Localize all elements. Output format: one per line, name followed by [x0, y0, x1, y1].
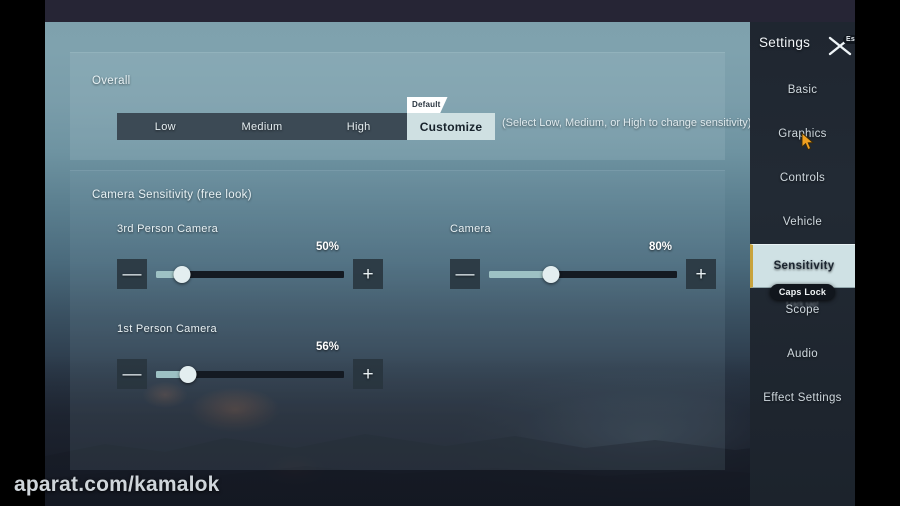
mode-button-high[interactable]: High: [310, 113, 407, 140]
slider-value-1st-person: 56%: [315, 341, 339, 353]
mode-button-customize[interactable]: Customize: [407, 113, 495, 140]
increase-button-3rd-person[interactable]: +: [353, 259, 383, 289]
slider-row-camera: — +: [450, 259, 716, 289]
slider-track-3rd-person[interactable]: [156, 259, 344, 289]
camera-sensitivity-panel: Camera Sensitivity (free look) 3rd Perso…: [70, 170, 725, 470]
slider-label-3rd-person: 3rd Person Camera: [117, 223, 219, 235]
overall-title: Overall: [92, 75, 131, 87]
sidebar-item-scope[interactable]: Scope: [750, 288, 855, 332]
sidebar-item-sensitivity[interactable]: Sensitivity: [750, 244, 855, 288]
slider-row-1st-person: — +: [117, 359, 383, 389]
sidebar-item-label: Controls: [779, 172, 826, 184]
overall-mode-group: Low Medium High: [117, 113, 407, 140]
slider-group-3rd-person: 3rd Person Camera 50% — +: [117, 223, 383, 289]
decrease-button-camera[interactable]: —: [450, 259, 480, 289]
letterbox-bar-left: [0, 0, 45, 506]
slider-label-1st-person: 1st Person Camera: [117, 323, 217, 335]
sidebar-item-label: Sensitivity: [773, 260, 835, 272]
slider-thumb-1st-person[interactable]: [179, 365, 197, 383]
decrease-button-3rd-person[interactable]: —: [117, 259, 147, 289]
decrease-button-1st-person[interactable]: —: [117, 359, 147, 389]
slider-thumb-camera[interactable]: [542, 265, 560, 283]
slider-group-camera: Camera 80% — +: [450, 223, 716, 289]
minus-icon: —: [455, 263, 475, 285]
mode-button-low[interactable]: Low: [117, 113, 214, 140]
sidebar-header: Settings Esc: [750, 22, 863, 68]
camera-sensitivity-title: Camera Sensitivity (free look): [92, 189, 252, 201]
minus-icon: —: [122, 263, 142, 285]
slider-group-1st-person: 1st Person Camera 56% — +: [117, 323, 383, 389]
sidebar-item-graphics[interactable]: Graphics: [750, 112, 855, 156]
sidebar-item-label: Graphics: [778, 128, 827, 140]
default-tag-badge: Default: [407, 97, 448, 113]
settings-content: Overall Low Medium High Default Customiz…: [45, 22, 855, 506]
slider-value-camera: 80%: [648, 241, 672, 253]
sidebar-item-label: Vehicle: [782, 216, 823, 228]
sidebar-item-effect-settings[interactable]: Effect Settings: [750, 376, 855, 420]
overall-panel: Overall Low Medium High Default Customiz…: [70, 52, 751, 160]
minus-icon: —: [122, 363, 142, 385]
sidebar-item-label: Audio: [787, 348, 818, 360]
plus-icon: +: [362, 263, 374, 285]
increase-button-1st-person[interactable]: +: [353, 359, 383, 389]
letterbox-bar-right: [855, 0, 900, 506]
sidebar-item-label: Effect Settings: [763, 392, 842, 404]
sidebar-item-label: Basic: [787, 84, 818, 96]
settings-sidebar: Settings Esc Basic Graphics Controls Veh…: [750, 22, 863, 506]
slider-track-1st-person[interactable]: [156, 359, 344, 389]
close-button[interactable]: Esc: [826, 32, 863, 58]
sidebar-item-audio[interactable]: Audio: [750, 332, 855, 376]
sidebar-title: Settings: [759, 35, 811, 50]
slider-value-3rd-person: 50%: [315, 241, 339, 253]
slider-label-camera: Camera: [450, 223, 491, 235]
plus-icon: +: [695, 263, 707, 285]
sidebar-item-basic[interactable]: Basic: [750, 68, 855, 112]
slider-thumb-3rd-person[interactable]: [173, 265, 191, 283]
sensitivity-hint-text: (Select Low, Medium, or High to change s…: [502, 117, 752, 129]
slider-track-camera[interactable]: [489, 259, 677, 289]
plus-icon: +: [362, 363, 374, 385]
slider-row-3rd-person: — +: [117, 259, 383, 289]
sidebar-item-label: Scope: [785, 304, 820, 316]
sidebar-item-vehicle[interactable]: Vehicle: [750, 200, 855, 244]
watermark-text: aparat.com/kamalok: [14, 473, 220, 496]
increase-button-camera[interactable]: +: [686, 259, 716, 289]
mode-button-medium[interactable]: Medium: [214, 113, 311, 140]
letterbox-band-top: [45, 0, 855, 22]
sidebar-item-controls[interactable]: Controls: [750, 156, 855, 200]
game-settings-screen: Overall Low Medium High Default Customiz…: [0, 0, 900, 506]
